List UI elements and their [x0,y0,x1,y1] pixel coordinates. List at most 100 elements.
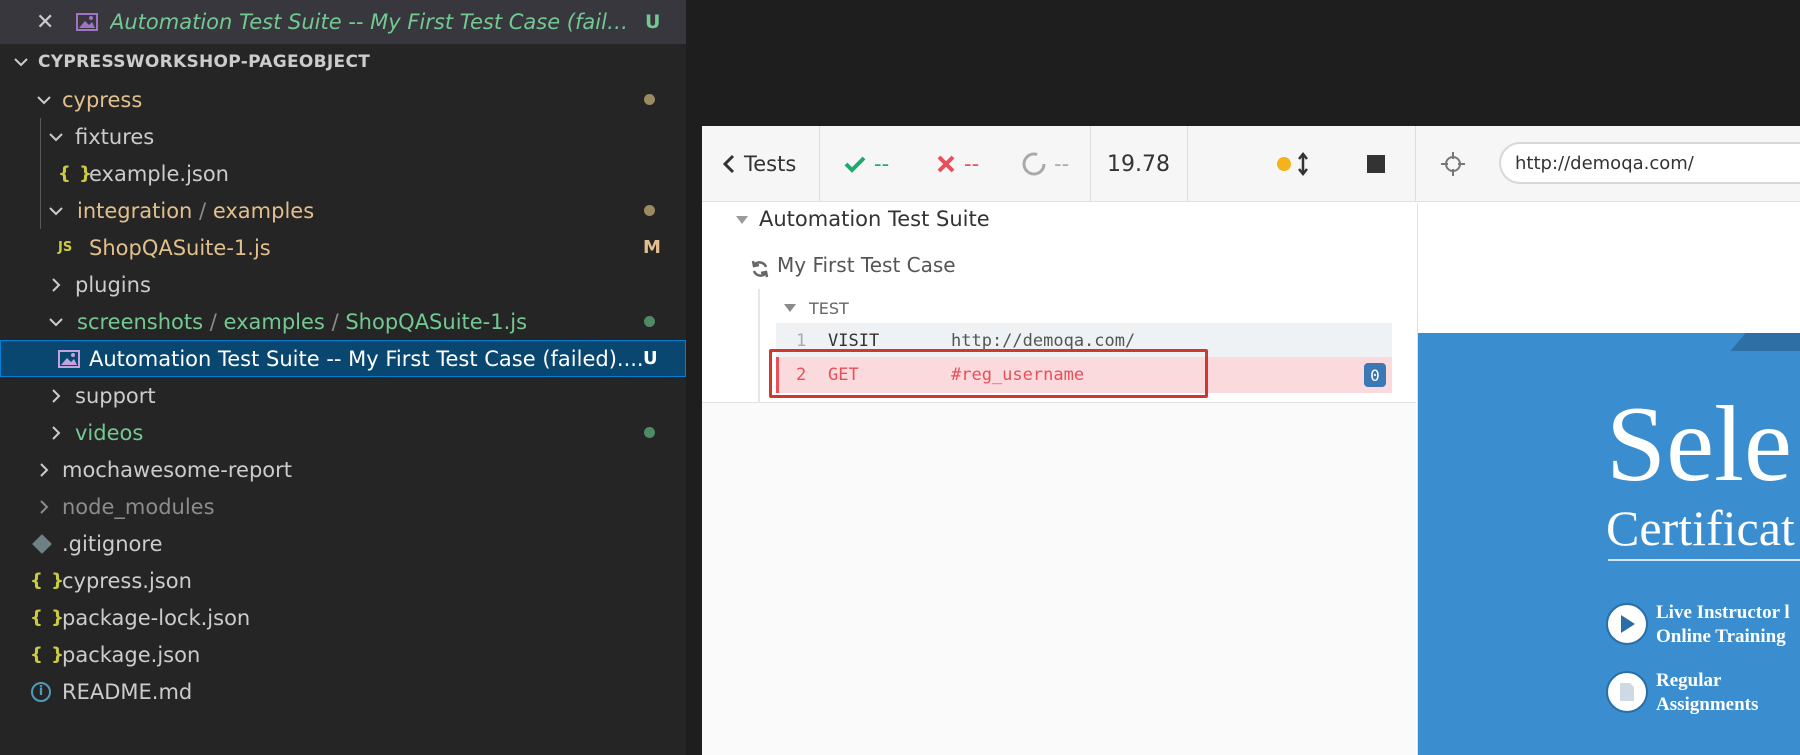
command-number: 1 [796,331,807,351]
command-name: VISIT [828,331,880,351]
json-file-icon: { } [58,163,93,184]
tree-file-shopqasuite[interactable]: JS ShopQASuite-1.js M [0,229,686,266]
tree-label: support [75,383,156,408]
folder-name: integration [77,198,193,223]
url-text: http://demoqa.com/ [1515,152,1694,174]
tree-folder-plugins[interactable]: plugins [0,266,686,303]
failed-value: -- [964,152,980,176]
banner-headline: Sele [1606,385,1792,504]
tree-file-cypress-json[interactable]: { } cypress.json [0,562,686,599]
folder-name: screenshots [77,309,204,334]
chevron-left-icon [722,154,735,174]
feature-line: Regular [1656,670,1722,691]
feature-text: Live Instructor l Online Training [1656,601,1790,649]
scroll-arrows-icon [1298,152,1308,176]
tree-file-screenshot[interactable]: Automation Test Suite -- My First Test C… [0,340,686,377]
command-message: http://demoqa.com/ [951,331,1136,351]
open-editor-tab[interactable]: ✕ Automation Test Suite -- My First Test… [0,0,686,44]
feature-line: Live Instructor l [1656,602,1790,623]
auto-scroll-toggle[interactable] [1277,126,1309,202]
tree-folder-screenshots[interactable]: screenshots / examples / ShopQASuite-1.j… [0,303,686,340]
git-status-badge: U [643,348,658,369]
git-icon [32,533,52,554]
tree-folder-fixtures[interactable]: fixtures [0,118,686,155]
modified-dot [644,94,655,105]
chevron-right-icon [40,499,49,514]
tree-label: node_modules [62,494,215,519]
tree-label: example.json [89,161,229,186]
pending-value: -- [1054,152,1070,176]
tree-file-readme[interactable]: i README.md [0,673,686,710]
app-banner: Sele Certificat Live Instructor l Online… [1418,333,1800,755]
path-separator: / [331,309,339,334]
feature-line: Assignments [1656,694,1759,715]
tree-label: Automation Test Suite -- My First Test C… [89,346,644,371]
chevron-down-icon [37,95,51,104]
workspace-header[interactable]: CYPRESSWORKSHOP-PAGEOBJECT [0,46,686,78]
toolbar-divider [1187,126,1188,202]
tree-label: package-lock.json [62,605,251,630]
passed-value: -- [874,152,890,176]
untracked-dot [644,316,655,327]
caret-down-icon [784,304,796,312]
chevron-down-icon [49,317,63,326]
banner-corner [1730,333,1800,351]
chevron-down-icon [14,58,28,67]
tree-label: cypress [62,87,143,112]
json-file-icon: { } [30,607,65,628]
image-file-icon [76,13,98,31]
toolbar-divider [819,126,820,202]
document-icon [1606,671,1648,713]
chevron-down-icon [49,132,63,141]
suite-title[interactable]: Automation Test Suite [759,207,990,231]
tree-file-package-json[interactable]: { } package.json [0,636,686,673]
js-file-icon: JS [58,240,73,255]
passed-count: -- [844,126,889,202]
folder-name: examples [223,309,325,334]
refresh-icon [751,260,769,278]
tree-label: .gitignore [62,531,163,556]
crosshair-icon [1441,152,1465,176]
path-separator: / [199,198,207,223]
tree-folder-support[interactable]: support [0,377,686,414]
close-icon[interactable]: ✕ [36,10,76,35]
tree-file-gitignore[interactable]: .gitignore [0,525,686,562]
duration: 19.78 [1107,151,1170,177]
tree-folder-node-modules[interactable]: node_modules [0,488,686,525]
chevron-right-icon [40,462,49,477]
tree-folder-mochawesome[interactable]: mochawesome-report [0,451,686,488]
selector-playground-button[interactable] [1440,126,1466,202]
chevron-right-icon [52,388,61,403]
tests-back-button[interactable]: Tests [722,126,796,202]
pending-count: -- [1022,126,1069,202]
tree-file-package-lock[interactable]: { } package-lock.json [0,599,686,636]
tree-folder-integration[interactable]: integration / examples [0,192,686,229]
nesting-line [758,289,760,403]
caret-down-icon [736,216,748,224]
tree-file-example-json[interactable]: { } example.json [0,155,686,192]
failed-count: -- [936,126,979,202]
git-status-badge: M [643,237,661,258]
feature-line: Online Training [1656,626,1786,647]
banner-subheadline: Certificat [1606,500,1795,556]
banner-divider [1608,559,1800,561]
tree-label: screenshots / examples / ShopQASuite-1.j… [77,310,527,334]
x-icon [937,155,955,173]
workspace-title: CYPRESSWORKSHOP-PAGEOBJECT [38,52,371,72]
file-explorer: ✕ Automation Test Suite -- My First Test… [0,0,686,755]
test-title[interactable]: My First Test Case [777,253,956,277]
stop-button[interactable] [1367,126,1385,202]
toolbar-divider [1415,126,1416,202]
url-bar[interactable]: http://demoqa.com/ [1499,142,1800,184]
git-status-badge: U [645,11,661,33]
highlight-annotation [769,349,1208,398]
tree-folder-videos[interactable]: videos [0,414,686,451]
folder-name: ShopQASuite-1.js [345,309,528,334]
command-log: Automation Test Suite My First Test Case… [702,203,1416,755]
chevron-right-icon [52,277,61,292]
tree-label: fixtures [75,124,155,149]
modified-dot [644,205,655,216]
image-file-icon [58,349,80,368]
tree-folder-cypress[interactable]: cypress [0,81,686,118]
untracked-dot [644,427,655,438]
